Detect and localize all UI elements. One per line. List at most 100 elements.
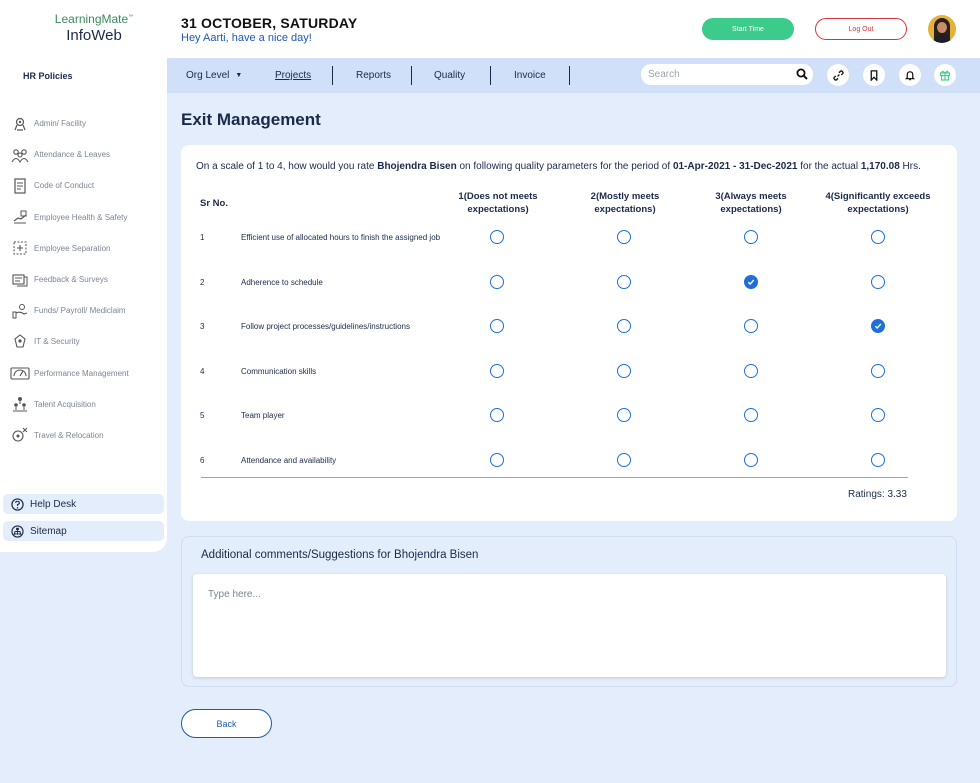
ratings-total: Ratings: 3.33 <box>848 489 907 500</box>
row-parameter: Follow project processes/guidelines/inst… <box>241 322 410 331</box>
comments-textarea[interactable] <box>193 574 946 677</box>
rating-radio-3[interactable] <box>744 364 758 378</box>
rating-radio-2[interactable] <box>617 319 631 333</box>
rating-radio-1[interactable] <box>490 453 504 467</box>
sidebar-item-talent-acquisition[interactable]: Talent Acquisition <box>10 389 160 420</box>
rating-radio-4[interactable] <box>871 319 885 333</box>
document-icon <box>10 178 30 194</box>
feedback-icon <box>10 272 30 288</box>
tab-separator <box>490 66 491 85</box>
row-sr-number: 3 <box>200 322 205 331</box>
tab-reports[interactable]: Reports <box>356 58 391 93</box>
rating-radio-1[interactable] <box>490 275 504 289</box>
sidebar-item-label: Talent Acquisition <box>34 399 96 409</box>
tab-quality[interactable]: Quality <box>434 58 465 93</box>
talent-icon <box>10 396 30 412</box>
sidebar-item-label: Employee Health & Safety <box>34 212 128 222</box>
rating-radio-4[interactable] <box>871 453 885 467</box>
sidebar: HR Policies Admin/ Facility Attendance &… <box>0 58 167 552</box>
rating-radio-3[interactable] <box>744 275 758 289</box>
rating-radio-4[interactable] <box>871 364 885 378</box>
header: LearningMate™ InfoWeb 31 OCTOBER, SATURD… <box>0 0 980 58</box>
rating-radio-3[interactable] <box>744 408 758 422</box>
logout-button[interactable]: Log Out <box>815 18 907 40</box>
rating-radio-3[interactable] <box>744 319 758 333</box>
sr-no-header: Sr No. <box>200 198 228 209</box>
rating-radio-1[interactable] <box>490 319 504 333</box>
rating-radio-2[interactable] <box>617 364 631 378</box>
travel-icon <box>10 427 30 443</box>
search-input[interactable] <box>641 64 813 85</box>
sidebar-item-travel-relocation[interactable]: Travel & Relocation <box>10 420 160 451</box>
column-header-3: 3(Always meets expectations) <box>715 191 787 215</box>
tab-label: Org Level <box>186 70 230 81</box>
tab-org-level[interactable]: Org Level ▼ <box>186 58 242 93</box>
rating-radio-2[interactable] <box>617 230 631 244</box>
rating-radio-2[interactable] <box>617 275 631 289</box>
link-icon <box>832 69 844 81</box>
sidebar-item-funds-payroll[interactable]: Funds/ Payroll/ Mediclaim <box>10 295 160 326</box>
start-time-button[interactable]: Start Time <box>702 18 794 40</box>
question-text: for the actual <box>800 161 859 172</box>
employee-name: Bhojendra Bisen <box>377 161 457 172</box>
sitemap-link[interactable]: Sitemap <box>3 521 164 541</box>
rating-radio-4[interactable] <box>871 275 885 289</box>
logo-bottom-text: InfoWeb <box>66 27 122 44</box>
rating-radio-2[interactable] <box>617 453 631 467</box>
sidebar-item-performance-management[interactable]: Performance Management <box>10 358 160 389</box>
sidebar-item-code-of-conduct[interactable]: Code of Conduct <box>10 170 160 201</box>
sitemap-icon <box>11 524 24 538</box>
help-desk-link[interactable]: Help Desk <box>3 494 164 514</box>
greeting: Hey Aarti, have a nice day! <box>181 32 312 44</box>
sidebar-item-employee-health-safety[interactable]: Employee Health & Safety <box>10 202 160 233</box>
rating-radio-2[interactable] <box>617 408 631 422</box>
sidebar-item-label: Employee Separation <box>34 243 111 253</box>
sidebar-item-attendance-leaves[interactable]: Attendance & Leaves <box>10 139 160 170</box>
notifications-button[interactable] <box>899 64 921 86</box>
security-icon <box>10 334 30 350</box>
logo-tm: ™ <box>128 14 134 20</box>
bookmark-button[interactable] <box>863 64 885 86</box>
rating-radio-1[interactable] <box>490 364 504 378</box>
top-navigation: Org Level ▼ Projects Reports Quality Inv… <box>167 58 980 93</box>
tab-separator <box>332 66 333 85</box>
tab-projects[interactable]: Projects <box>275 58 311 93</box>
rating-radio-1[interactable] <box>490 408 504 422</box>
sidebar-item-label: Code of Conduct <box>34 181 95 191</box>
question-text: Hrs. <box>902 161 921 172</box>
rating-card: On a scale of 1 to 4, how would you rate… <box>181 145 957 521</box>
comments-title: Additional comments/Suggestions for Bhoj… <box>201 549 479 561</box>
rating-radio-3[interactable] <box>744 230 758 244</box>
question-text: On a scale of 1 to 4, how would you rate <box>196 161 375 172</box>
sidebar-title: HR Policies <box>23 71 73 81</box>
sidebar-item-feedback-surveys[interactable]: Feedback & Surveys <box>10 264 160 295</box>
sidebar-item-label: Feedback & Surveys <box>34 275 108 285</box>
rating-radio-3[interactable] <box>744 453 758 467</box>
team-icon <box>10 147 30 163</box>
checkmark-icon <box>747 279 755 286</box>
chevron-down-icon: ▼ <box>235 72 243 79</box>
avatar[interactable] <box>928 15 956 43</box>
back-button[interactable]: Back <box>181 709 272 738</box>
search-icon[interactable] <box>796 68 808 80</box>
health-icon <box>10 209 30 225</box>
sidebar-item-it-security[interactable]: IT & Security <box>10 326 160 357</box>
link-button[interactable] <box>827 64 849 86</box>
sidebar-item-label: Admin/ Facility <box>34 119 87 129</box>
row-parameter: Communication skills <box>241 367 317 376</box>
rating-radio-4[interactable] <box>871 408 885 422</box>
row-sr-number: 6 <box>200 456 205 465</box>
row-sr-number: 5 <box>200 411 205 420</box>
gift-button[interactable] <box>934 64 956 86</box>
column-header-4: 4(Significantly exceeds expectations) <box>825 191 931 215</box>
sidebar-item-admin-facility[interactable]: Admin/ Facility <box>10 108 160 139</box>
rating-radio-1[interactable] <box>490 230 504 244</box>
rating-radio-4[interactable] <box>871 230 885 244</box>
actual-hours: 1,170.08 <box>860 161 900 172</box>
tab-invoice[interactable]: Invoice <box>514 58 546 93</box>
period: 01-Apr-2021 - 31-Dec-2021 <box>672 161 798 172</box>
sitemap-label: Sitemap <box>30 525 67 537</box>
performance-icon <box>10 365 30 381</box>
sidebar-item-employee-separation[interactable]: Employee Separation <box>10 233 160 264</box>
logo[interactable]: LearningMate™ InfoWeb <box>54 12 134 44</box>
